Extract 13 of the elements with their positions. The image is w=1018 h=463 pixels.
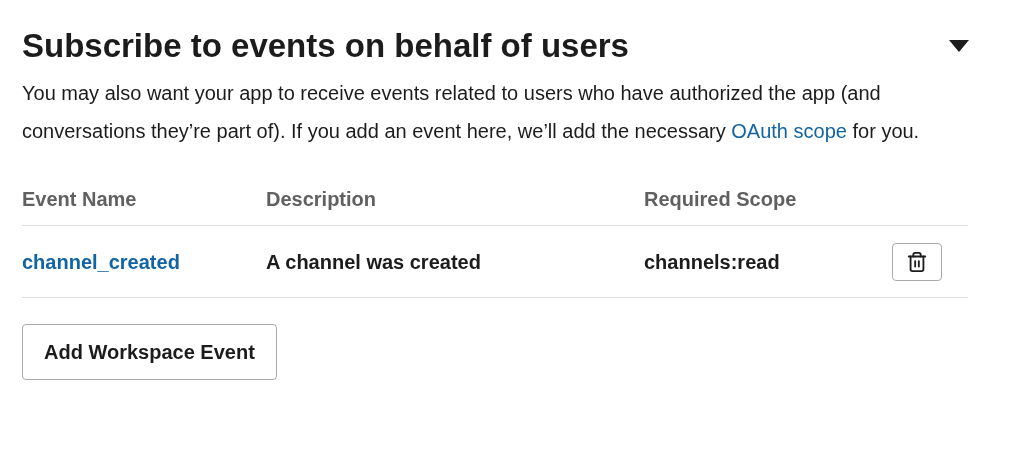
event-name-link[interactable]: channel_created [22,246,266,277]
column-header: Description [266,187,378,212]
delete-button[interactable] [892,242,942,281]
caret-icon[interactable] [948,39,970,53]
description-text: You may also want your app to receive events related to users who have authorized the app (and conversations they’re part of). If you add an event here, we’ll add the necessary OAuth scope for you. [22,81,921,144]
trash-icon [906,250,928,273]
add-event-button[interactable]: Add Workspace Event [22,324,277,380]
column-header: Event Name [22,187,138,212]
column-header: Required Scope [644,187,798,212]
section-title: Subscribe to events on behalf of users [22,26,629,66]
oauth-scope-link[interactable]: OAuth scope [731,120,847,142]
table-cell-text: A channel was created [266,249,482,275]
table-cell-text: channels:read [644,249,781,275]
